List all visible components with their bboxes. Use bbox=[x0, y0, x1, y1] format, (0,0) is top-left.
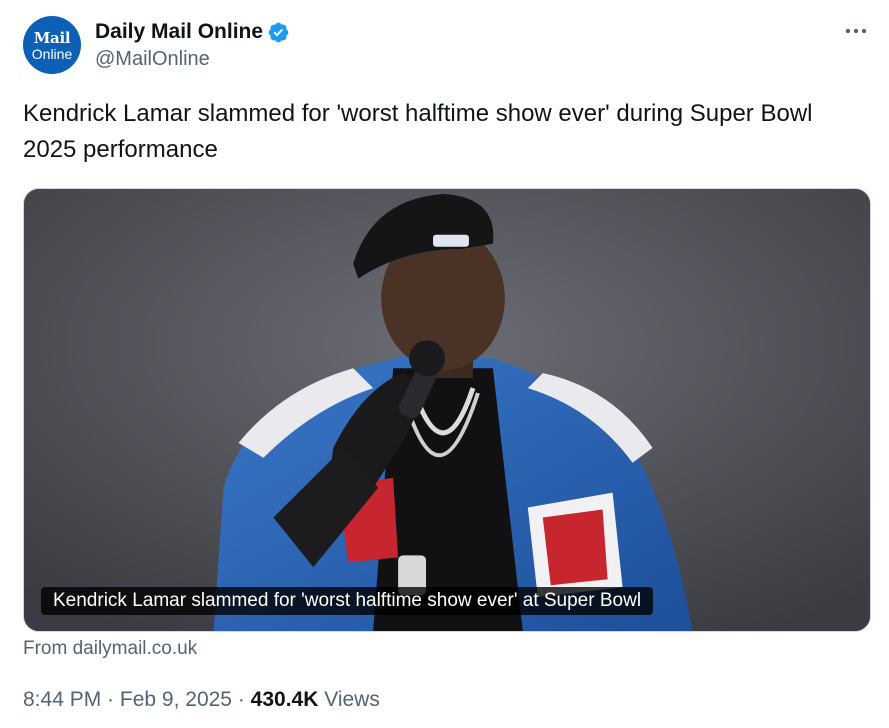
avatar[interactable]: Mail Online bbox=[23, 16, 81, 74]
name-row: Daily Mail Online bbox=[95, 18, 290, 46]
tweet-meta: 8:44 PM · Feb 9, 2025 · 430.4K Views bbox=[23, 688, 380, 712]
more-horizontal-icon[interactable] bbox=[843, 20, 869, 42]
tweet-date[interactable]: Feb 9, 2025 bbox=[120, 688, 232, 711]
author-block: Daily Mail Online @MailOnline bbox=[95, 18, 290, 71]
media-caption: Kendrick Lamar slammed for 'worst halfti… bbox=[41, 587, 654, 615]
display-name[interactable]: Daily Mail Online bbox=[95, 20, 263, 44]
tweet-header: Mail Online Daily Mail Online @MailOnlin… bbox=[23, 16, 873, 78]
avatar-logo-bottom: Online bbox=[31, 45, 73, 62]
verified-badge-icon[interactable] bbox=[267, 21, 290, 44]
performer-photo bbox=[24, 189, 870, 631]
link-source[interactable]: From dailymail.co.uk bbox=[23, 638, 197, 660]
tweet-card: Mail Online Daily Mail Online @MailOnlin… bbox=[0, 0, 889, 728]
views-count[interactable]: 430.4K bbox=[251, 688, 319, 711]
avatar-logo-top: Mail bbox=[33, 28, 71, 47]
views-label: Views bbox=[318, 688, 380, 711]
tweet-time[interactable]: 8:44 PM bbox=[23, 688, 101, 711]
meta-separator: · bbox=[101, 688, 120, 711]
link-card-media[interactable]: Kendrick Lamar slammed for 'worst halfti… bbox=[23, 188, 871, 632]
tweet-text: Kendrick Lamar slammed for 'worst halfti… bbox=[23, 100, 813, 163]
meta-separator: · bbox=[231, 688, 251, 711]
author-handle[interactable]: @MailOnline bbox=[95, 48, 290, 71]
